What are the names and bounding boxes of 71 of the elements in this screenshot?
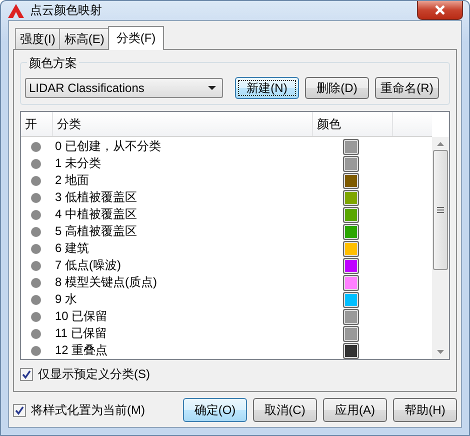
dialog-button[interactable]: 应用(A) <box>323 398 387 422</box>
on-indicator[interactable] <box>31 278 41 288</box>
checkbox-label: 将样式化置为当前(M) <box>31 402 145 418</box>
class-name: 12 重叠点 <box>54 342 109 359</box>
close-button[interactable] <box>417 1 463 20</box>
color-swatch[interactable] <box>343 190 359 206</box>
color-swatch[interactable] <box>343 274 359 290</box>
on-indicator[interactable] <box>31 158 41 168</box>
scheme-button[interactable]: 新建(N) <box>235 77 299 99</box>
scheme-button[interactable]: 重命名(R) <box>375 77 439 99</box>
on-indicator[interactable] <box>31 312 41 322</box>
color-swatch[interactable] <box>343 308 359 324</box>
checkbox[interactable] <box>13 404 26 416</box>
on-indicator[interactable] <box>31 294 41 304</box>
close-icon <box>434 5 446 15</box>
scroll-down-icon <box>437 350 444 354</box>
color-swatch[interactable] <box>343 138 359 154</box>
window-title: 点云颜色映射 <box>30 2 102 19</box>
dialog-button[interactable]: 确定(O) <box>183 398 247 422</box>
scheme-dropdown[interactable]: LIDAR Classifications <box>25 78 223 98</box>
class-name: 4 中植被覆盖区 <box>54 206 138 223</box>
class-name: 10 已保留 <box>54 308 109 325</box>
class-name: 9 水 <box>54 291 78 308</box>
color-swatch[interactable] <box>343 258 359 274</box>
on-indicator[interactable] <box>31 260 41 270</box>
grip-icon <box>437 207 444 213</box>
checkbox[interactable] <box>20 368 33 381</box>
color-swatch[interactable] <box>343 342 359 358</box>
tab[interactable]: 标高(E) <box>59 28 110 49</box>
scroll-thumb[interactable] <box>433 150 448 270</box>
on-indicator[interactable] <box>31 176 41 186</box>
class-name: 0 已创建，从不分类 <box>54 138 162 155</box>
class-name: 11 已保留 <box>54 325 108 342</box>
on-indicator[interactable] <box>31 192 41 202</box>
on-indicator[interactable] <box>31 346 41 356</box>
dialog-button[interactable]: 帮助(H) <box>393 398 457 422</box>
checkbox-label: 仅显示预定义分类(S) <box>38 366 150 383</box>
class-name: 8 模型关键点(质点) <box>54 274 158 291</box>
column-header[interactable]: 颜色 <box>313 112 393 136</box>
class-name: 2 地面 <box>54 172 90 189</box>
group-legend: 颜色方案 <box>27 55 79 72</box>
scroll-up-icon <box>437 142 444 146</box>
color-swatch[interactable] <box>343 326 359 342</box>
class-name: 6 建筑 <box>54 240 90 257</box>
vertical-scrollbar[interactable] <box>432 137 449 359</box>
color-swatch[interactable] <box>343 240 359 256</box>
scheme-button[interactable]: 删除(D) <box>305 77 369 99</box>
checkmark-icon <box>15 406 24 414</box>
checkmark-icon <box>22 370 31 379</box>
color-swatch[interactable] <box>343 224 359 240</box>
on-indicator[interactable] <box>31 328 41 338</box>
on-indicator[interactable] <box>31 142 41 152</box>
column-header[interactable]: 开 <box>21 112 53 136</box>
dialog-button[interactable]: 取消(C) <box>253 398 317 422</box>
class-name: 5 高植被覆盖区 <box>54 223 138 240</box>
on-indicator[interactable] <box>31 226 41 236</box>
on-indicator[interactable] <box>31 244 41 254</box>
predefined-checkbox[interactable]: 仅显示预定义分类(S) <box>20 366 450 383</box>
class-name: 3 低植被覆盖区 <box>54 189 138 206</box>
dropdown-arrow-icon <box>208 86 216 90</box>
triangle-logo-icon <box>8 4 24 18</box>
tab[interactable]: 强度(I) <box>15 28 60 49</box>
tab[interactable]: 分类(F) <box>108 26 164 50</box>
on-indicator[interactable] <box>31 210 41 220</box>
class-name: 1 未分类 <box>54 155 102 172</box>
class-name: 7 低点(噪波) <box>54 257 122 274</box>
color-swatch[interactable] <box>343 156 359 172</box>
color-swatch[interactable] <box>343 172 359 188</box>
color-swatch[interactable] <box>343 206 359 222</box>
column-header[interactable]: 分类 <box>53 112 313 136</box>
color-swatch[interactable] <box>343 292 359 308</box>
